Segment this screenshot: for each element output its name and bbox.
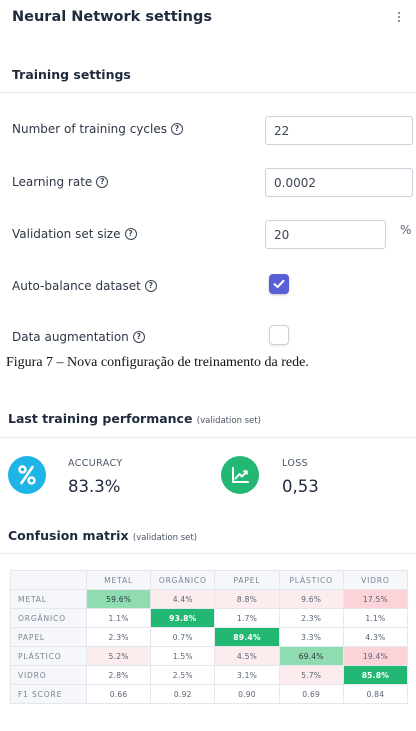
table-row: PAPEL 2.3% 0.7% 89.4% 3.3% 4.3% [10,627,409,647]
confusion-matrix-heading: Confusion matrix (validation set) [8,528,197,543]
matrix-cell: 4.5% [214,646,280,666]
auto-balance-text: Auto-balance dataset [12,279,141,293]
loss-value: 0,53 [282,477,319,496]
help-icon[interactable]: ? [144,280,157,292]
column-header: PLÁSTICO [278,570,344,590]
training-cycles-input[interactable] [265,116,413,145]
matrix-cell: 2.3% [85,627,152,647]
f1-cell: 0.69 [278,684,344,704]
table-header-row: METAL ORGÂNICO PAPEL PLÁSTICO VIDRO [10,570,409,590]
divider [0,437,416,438]
performance-subtitle: (validation set) [196,416,261,426]
performance-heading: Last training performance (validation se… [8,411,261,426]
matrix-cell: 1.1% [342,608,409,628]
matrix-cell: 89.4% [214,627,280,647]
matrix-cell: 4.3% [342,627,409,647]
matrix-cell: 5.2% [85,646,152,666]
training-settings-heading: Training settings [12,67,131,82]
row-header: METAL [10,589,87,609]
confusion-matrix-table: METAL ORGÂNICO PAPEL PLÁSTICO VIDRO META… [10,570,409,704]
matrix-cell: 9.6% [278,589,344,609]
f1-cell: 0.90 [214,684,280,704]
percent-icon [8,456,46,494]
f1-cell: 0.92 [150,684,216,704]
kebab-menu-icon[interactable] [394,12,404,26]
data-augmentation-label: Data augmentation ? [12,330,145,344]
checkmark-icon [273,279,285,288]
column-header: METAL [85,570,152,590]
table-row: VIDRO 2.8% 2.5% 3.1% 5.7% 85.8% [10,665,409,685]
column-header: ORGÂNICO [150,570,216,590]
matrix-cell: 1.7% [214,608,280,628]
matrix-cell: 4.4% [150,589,216,609]
loss-label: LOSS [282,458,309,469]
table-row: PLÁSTICO 5.2% 1.5% 4.5% 69.4% 19.4% [10,646,409,666]
row-header: PAPEL [10,627,87,647]
confusion-matrix-subtitle: (validation set) [132,533,198,543]
learning-rate-text: Learning rate [12,175,93,189]
matrix-cell: 93.8% [150,608,216,628]
table-row: METAL 59.6% 4.4% 8.8% 9.6% 17.5% [10,589,409,609]
table-row: ORGÂNICO 1.1% 93.8% 1.7% 2.3% 1.1% [10,608,409,628]
learning-rate-input[interactable] [265,168,413,197]
figure-caption: Figura 7 – Nova configuração de treiname… [6,355,309,370]
help-icon[interactable]: ? [96,176,109,188]
auto-balance-label: Auto-balance dataset ? [12,279,157,293]
validation-size-label: Validation set size ? [12,227,137,241]
row-header: F1 SCORE [10,684,87,704]
data-augmentation-text: Data augmentation [12,330,129,344]
matrix-cell: 2.5% [150,665,216,685]
divider [0,553,416,554]
matrix-cell: 2.8% [85,665,152,685]
training-cycles-text: Number of training cycles [12,122,167,136]
validation-size-input[interactable] [265,220,386,249]
help-icon[interactable]: ? [132,331,145,343]
learning-rate-label: Learning rate ? [12,175,109,189]
f1-cell: 0.84 [342,684,409,704]
matrix-cell: 85.8% [342,665,409,685]
matrix-cell: 19.4% [342,646,409,666]
training-cycles-label: Number of training cycles ? [12,122,183,136]
column-header: PAPEL [214,570,280,590]
table-row: F1 SCORE 0.66 0.92 0.90 0.69 0.84 [10,684,409,704]
performance-title: Last training performance [8,411,193,426]
percent-unit: % [400,223,412,237]
matrix-cell: 69.4% [278,646,344,666]
corner-cell [10,570,87,590]
row-header: VIDRO [10,665,87,685]
row-header: ORGÂNICO [10,608,87,628]
matrix-cell: 3.3% [278,627,344,647]
help-icon[interactable]: ? [170,123,183,135]
matrix-cell: 2.3% [278,608,344,628]
data-augmentation-checkbox[interactable] [269,325,289,345]
trend-chart-icon [221,456,259,494]
page-title: Neural Network settings [12,9,212,25]
matrix-cell: 0.7% [150,627,216,647]
f1-cell: 0.66 [85,684,152,704]
matrix-cell: 1.5% [150,646,216,666]
matrix-cell: 3.1% [214,665,280,685]
confusion-matrix-title: Confusion matrix [8,528,129,543]
matrix-cell: 59.6% [85,589,152,609]
validation-size-text: Validation set size [12,227,121,241]
column-header: VIDRO [342,570,409,590]
matrix-cell: 8.8% [214,589,280,609]
matrix-cell: 17.5% [342,589,409,609]
matrix-cell: 5.7% [278,665,344,685]
accuracy-label: ACCURACY [68,458,123,469]
row-header: PLÁSTICO [10,646,87,666]
help-icon[interactable]: ? [124,228,137,240]
auto-balance-checkbox[interactable] [269,274,289,294]
accuracy-value: 83.3% [68,477,121,496]
matrix-cell: 1.1% [85,608,152,628]
divider [0,92,416,93]
